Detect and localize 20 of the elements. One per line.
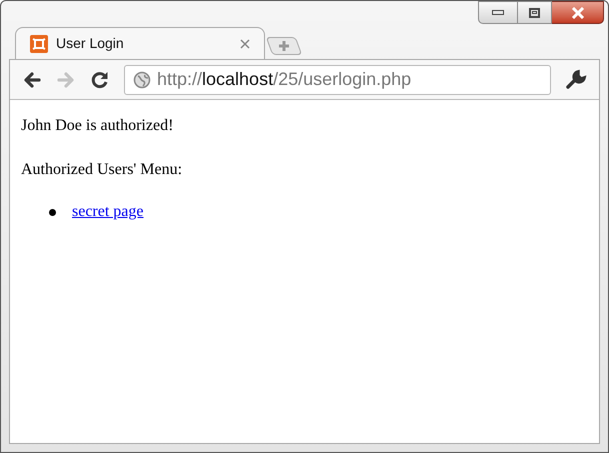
menu-heading: Authorized Users' Menu: xyxy=(21,160,182,180)
secret-page-link[interactable]: secret page xyxy=(72,200,144,224)
tab-title: User Login xyxy=(56,34,125,53)
bullet-icon xyxy=(49,208,56,216)
favicon-icon xyxy=(30,34,48,52)
url-text: http://localhost/25/userlogin.php xyxy=(157,68,412,91)
status-message: John Doe is authorized! xyxy=(21,116,174,136)
plus-icon xyxy=(278,40,290,52)
wrench-icon[interactable] xyxy=(565,68,587,90)
close-icon[interactable] xyxy=(240,38,250,48)
browser-tab[interactable]: User Login xyxy=(15,27,265,59)
back-button[interactable] xyxy=(22,70,42,90)
new-tab-button[interactable] xyxy=(266,37,302,55)
close-button[interactable] xyxy=(552,1,604,24)
close-icon xyxy=(570,6,584,18)
address-bar[interactable]: http://localhost/25/userlogin.php xyxy=(124,64,551,94)
reload-button[interactable] xyxy=(90,70,110,90)
minimize-button[interactable] xyxy=(478,1,518,24)
globe-icon xyxy=(133,70,151,88)
maximize-button[interactable] xyxy=(518,1,552,24)
